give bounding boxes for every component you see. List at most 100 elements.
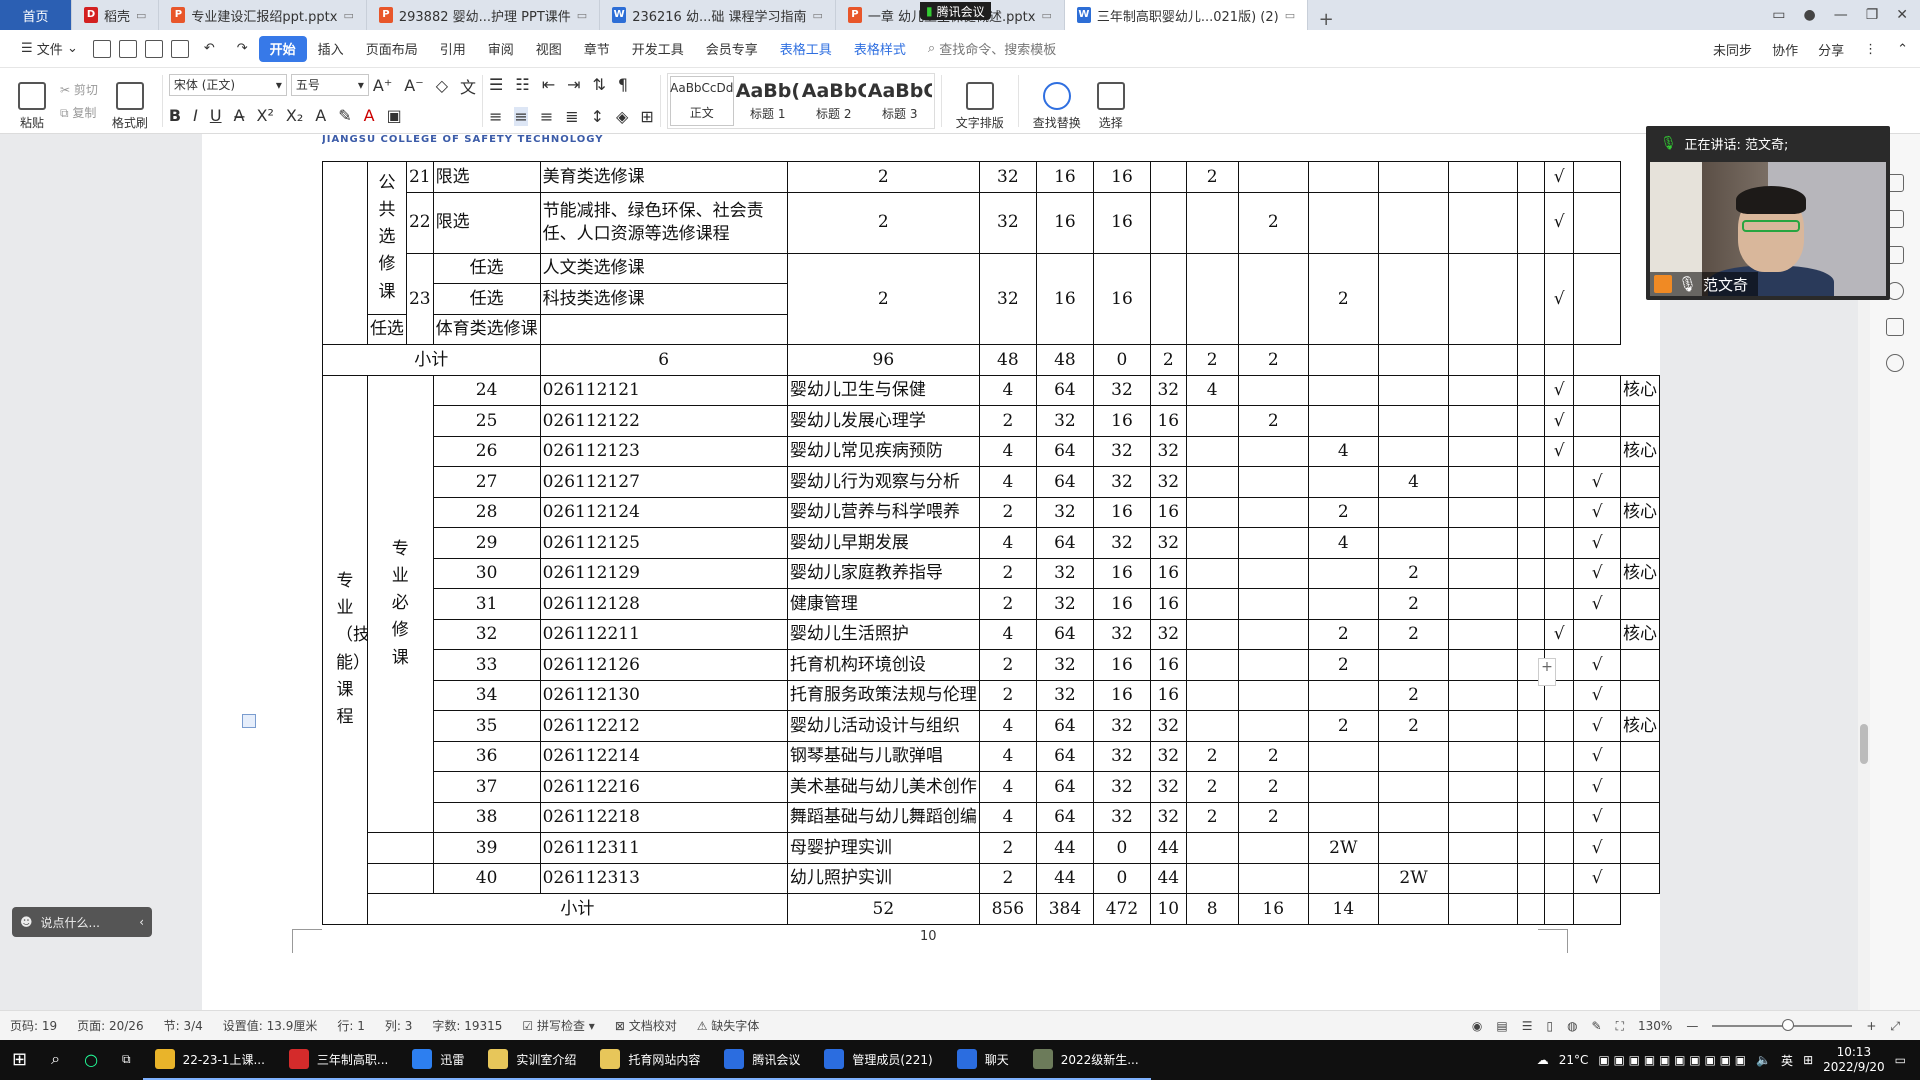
undo-icon[interactable]: ↶ (193, 36, 226, 62)
page-view-icon[interactable]: ▤ (1496, 1019, 1507, 1033)
menu-item[interactable]: 审阅 (477, 36, 525, 62)
taskbar-app[interactable]: 腾讯会议 (712, 1040, 813, 1080)
taskbar-app[interactable]: 聊天 (944, 1040, 1021, 1080)
taskbar-app[interactable]: 迅雷 (400, 1040, 477, 1080)
more-icon[interactable]: ⋮ (1864, 42, 1877, 57)
web-view-icon[interactable]: ◍ (1567, 1019, 1577, 1033)
meeting-video-window[interactable]: 🎙 正在讲话: 范文奇; 🎙 范文奇 (1646, 126, 1890, 300)
menu-right-item[interactable]: 协作 (1772, 40, 1798, 59)
numbered-list-icon[interactable]: ☷ (515, 75, 529, 94)
tray-app-icons[interactable]: ▣ ▣ ▣ ▣ ▣ ▣ ▣ ▣ ▣ ▣ (1598, 1053, 1746, 1067)
file-menu[interactable]: ☰ 文件 ⌄ (10, 36, 89, 62)
copy-button[interactable]: ⧉ 复制 (60, 104, 98, 121)
share-icon[interactable] (1886, 354, 1904, 372)
zoom-in-icon[interactable]: + (1866, 1019, 1876, 1033)
close-tab-icon[interactable]: ▭ (577, 9, 587, 22)
close-tab-icon[interactable]: ▭ (343, 9, 353, 22)
paste-button[interactable]: 粘贴 (10, 71, 54, 131)
status-pages[interactable]: 页面: 20/26 (67, 1017, 153, 1034)
read-view-icon[interactable]: ▯ (1546, 1019, 1553, 1033)
align-right-icon[interactable]: ≡ (540, 107, 553, 126)
menu-right-item[interactable]: 未同步 (1713, 40, 1752, 59)
shrink-font-icon[interactable]: A⁻ (404, 76, 423, 95)
missing-font-button[interactable]: ⚠ 缺失字体 (687, 1017, 770, 1034)
taskbar-app[interactable]: 22-23-1上课... (142, 1040, 277, 1080)
menu-item[interactable]: 开发工具 (621, 36, 695, 62)
taskbar-app[interactable]: 2022级新生... (1020, 1040, 1151, 1080)
clear-format-icon[interactable]: ◇ (436, 76, 448, 95)
close-tab-icon[interactable]: ▭ (136, 9, 146, 22)
volume-icon[interactable]: 🔈 (1756, 1053, 1771, 1067)
style-preset[interactable]: AaBb(标题 1 (736, 76, 800, 126)
subscript-icon[interactable]: X₂ (286, 106, 303, 125)
redo-icon[interactable]: ↷ (226, 36, 259, 62)
outdent-icon[interactable]: ⇤ (542, 75, 555, 94)
emoji-icon[interactable]: ☻ (20, 915, 33, 929)
show-marks-icon[interactable]: ¶ (618, 75, 628, 94)
status-section[interactable]: 节: 3/4 (154, 1017, 213, 1034)
weather-icon[interactable]: ☁ (1537, 1053, 1549, 1067)
menu-item[interactable]: 引用 (429, 36, 477, 62)
close-tab-icon[interactable]: ▭ (1041, 9, 1051, 22)
menu-item[interactable]: 插入 (307, 36, 355, 62)
status-row[interactable]: 行: 1 (327, 1017, 375, 1034)
close-icon[interactable]: ✕ (1896, 7, 1908, 23)
translate-icon[interactable] (1886, 318, 1904, 336)
align-left-icon[interactable]: ≡ (489, 107, 502, 126)
style-preset[interactable]: AaBbCcDd 正文 (669, 75, 734, 126)
underline-icon[interactable]: U (210, 106, 222, 125)
taskbar-app[interactable]: 托育网站内容 (588, 1040, 713, 1080)
text-effect-icon[interactable]: A (315, 106, 326, 125)
document-tab[interactable]: W 236216 幼...础 课程学习指南 ▭ (600, 0, 836, 30)
font-color-icon[interactable]: A (364, 106, 375, 125)
border-icon[interactable]: ⊞ (640, 107, 653, 126)
weather-temp[interactable]: 21°C (1559, 1053, 1589, 1067)
menu-right-item[interactable]: 分享 (1818, 40, 1844, 59)
indent-icon[interactable]: ⇥ (567, 75, 580, 94)
paragraph-float-icon[interactable] (242, 714, 256, 728)
strikethrough-icon[interactable]: A̶ (234, 106, 245, 125)
start-button[interactable]: ⊞ (0, 1040, 39, 1080)
scrollbar-thumb[interactable] (1860, 724, 1868, 764)
text-layout-button[interactable]: 文字排版 (948, 71, 1012, 131)
status-position[interactable]: 设置值: 13.9厘米 (213, 1017, 328, 1034)
notification-icon[interactable]: ▭ (1895, 1053, 1906, 1067)
taskbar-app[interactable]: 管理成员(221) (812, 1040, 945, 1080)
sort-icon[interactable]: ⇅ (593, 75, 606, 94)
restore-icon[interactable]: ❐ (1866, 7, 1879, 23)
status-words[interactable]: 字数: 19315 (422, 1017, 512, 1034)
ime-mode-icon[interactable]: ⊞ (1803, 1053, 1813, 1067)
char-border-icon[interactable]: ▣ (387, 106, 402, 125)
fit-page-icon[interactable]: ⛶ (1616, 1019, 1624, 1034)
add-column-handle[interactable]: + (1538, 658, 1556, 686)
line-spacing-icon[interactable]: ↕ (591, 107, 604, 126)
comment-bar[interactable]: ☻ 说点什么... ‹ (12, 907, 152, 937)
ime-indicator[interactable]: 英 (1781, 1052, 1793, 1069)
close-tab-icon[interactable]: ▭ (1285, 9, 1295, 22)
menu-item[interactable]: 章节 (573, 36, 621, 62)
align-center-icon[interactable]: ≡ (514, 107, 528, 126)
task-view-icon[interactable]: ⧉ (110, 1040, 143, 1080)
bold-icon[interactable]: B (169, 106, 181, 125)
clock[interactable]: 10:13 2022/9/20 (1823, 1045, 1885, 1075)
doc-proof-button[interactable]: ⊠ 文档校对 (605, 1017, 687, 1034)
user-avatar[interactable]: ● (1803, 7, 1815, 23)
print-preview-icon[interactable] (170, 39, 189, 58)
document-tab[interactable]: W 三年制高职婴幼儿...021版) (2) ▭ (1064, 0, 1309, 30)
zoom-slider[interactable] (1712, 1019, 1853, 1031)
cut-button[interactable]: ✂ 剪切 (60, 81, 98, 98)
pen-icon[interactable]: ✎ (1592, 1019, 1602, 1033)
taskbar-app[interactable]: 实训室介绍 (476, 1040, 589, 1080)
document-tab[interactable]: 首页 (0, 0, 72, 30)
grow-font-icon[interactable]: A⁺ (373, 76, 392, 95)
eye-protect-icon[interactable]: ◉ (1472, 1019, 1482, 1033)
command-search[interactable]: ⌕ 查找命令、搜索模板 (917, 36, 1067, 62)
menu-item[interactable]: 会员专享 (695, 36, 769, 62)
layout-icon[interactable]: ▭ (1772, 7, 1785, 23)
shading-icon[interactable]: ◈ (616, 107, 628, 126)
find-replace-button[interactable]: 查找替换 (1025, 71, 1089, 131)
print-icon[interactable] (144, 39, 163, 58)
menu-item[interactable]: 表格工具 (769, 36, 843, 62)
search-icon[interactable]: ⌕ (39, 1040, 72, 1080)
italic-icon[interactable]: I (193, 106, 198, 125)
